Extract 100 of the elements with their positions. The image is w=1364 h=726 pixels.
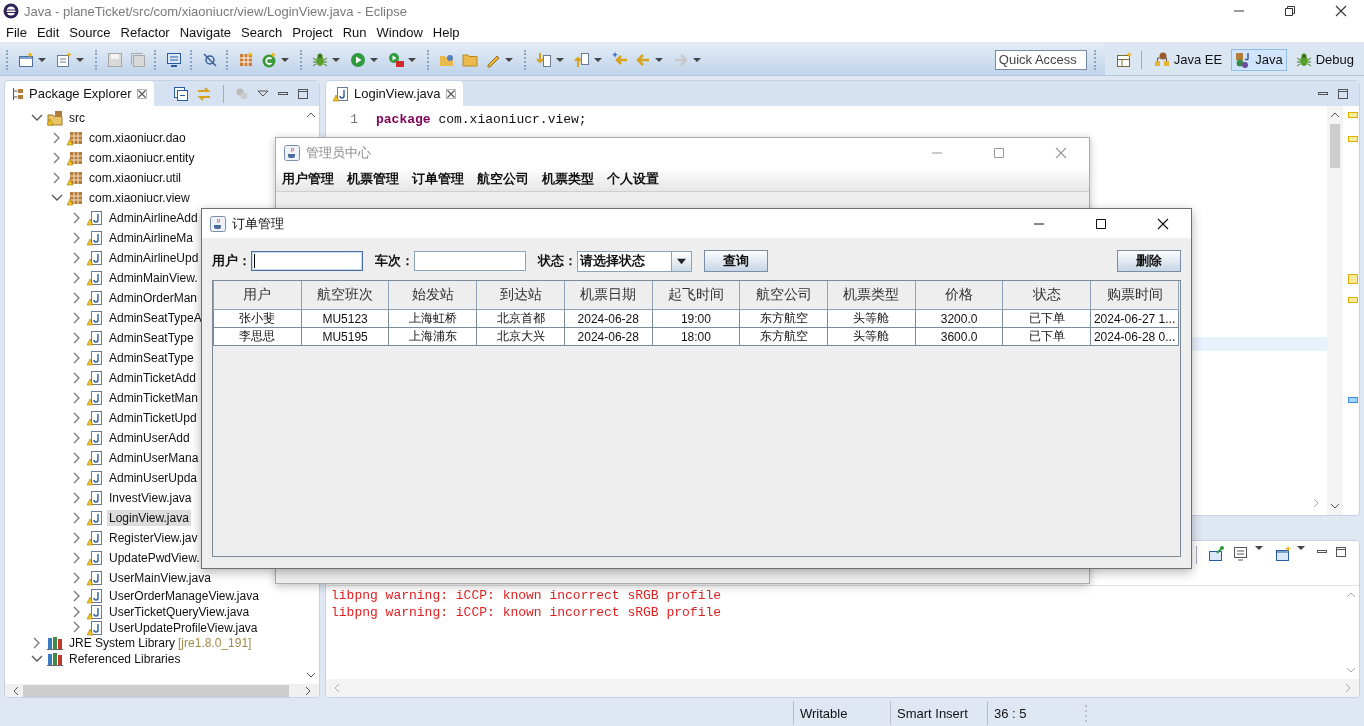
new-package-icon[interactable] [56,51,72,68]
menu-item[interactable]: Search [236,24,288,40]
restore-icon[interactable] [1284,5,1296,17]
caret-icon[interactable] [1297,546,1305,550]
new-console-icon[interactable] [1275,546,1291,562]
search-button[interactable]: 查询 [704,250,768,272]
close-icon[interactable] [136,88,147,99]
menu-item[interactable]: Navigate [174,24,236,40]
caret-icon[interactable] [1255,546,1263,550]
menu-item[interactable]: 航空公司 [477,170,529,188]
warning-marker[interactable] [1348,274,1358,284]
tree-item[interactable]: AdminAirlineMa [107,230,196,246]
maximize-icon[interactable] [1095,217,1107,230]
tree-item[interactable]: JRE System Library [67,635,178,652]
close-icon[interactable] [1335,5,1347,17]
scroll-up-icon[interactable] [1330,112,1340,118]
scrollbar-thumb[interactable] [23,684,289,697]
perspective-button[interactable]: Java EE [1149,48,1227,71]
perspective-button[interactable]: Java [1231,48,1287,71]
tree-item[interactable]: AdminUserAdd [107,430,192,446]
collapse-all-icon[interactable] [174,86,188,101]
tree-item[interactable]: InvestView.java [107,490,194,506]
run-icon[interactable] [350,51,366,68]
column-header[interactable]: 航空公司 [739,281,828,310]
menu-item[interactable]: Project [287,24,338,40]
view-menu-icon[interactable] [257,89,269,98]
tree-item[interactable]: AdminOrderMan [107,290,200,306]
info-marker[interactable] [1348,397,1358,403]
tab-label[interactable]: Package Explorer [29,86,132,101]
tree-item[interactable]: AdminTicketAdd [107,370,198,386]
tree-item[interactable]: com.xiaoniucr.util [87,170,184,186]
menu-item[interactable]: Edit [31,24,65,40]
caret-icon[interactable] [594,57,602,62]
view-tab[interactable]: Package Explorer [5,81,154,106]
new-window-icon[interactable] [18,51,34,68]
warning-marker[interactable] [1348,136,1358,142]
caret-icon[interactable] [505,57,513,62]
column-header[interactable]: 机票类型 [827,281,916,310]
delete-button[interactable]: 删除 [1117,250,1181,272]
tree-item[interactable]: com.xiaoniucr.entity [87,150,197,166]
perspective-button[interactable]: Debug [1291,48,1358,71]
tree-item[interactable]: UpdatePwdView. [107,550,202,566]
text-field[interactable] [414,251,526,271]
caret-icon[interactable] [332,57,340,62]
menu-item[interactable]: 订单管理 [412,170,464,188]
warning-marker[interactable] [1348,112,1358,118]
column-header[interactable]: 始发站 [388,281,477,310]
scrollbar-thumb[interactable] [1330,124,1340,168]
tree-item[interactable]: AdminMainView. [107,270,200,286]
run-tools-icon[interactable] [388,51,404,68]
menu-item[interactable]: 机票类型 [542,170,594,188]
tab-label[interactable]: LoginView.java [354,86,441,101]
caret-icon[interactable] [281,57,289,62]
close-icon[interactable] [1157,217,1169,230]
close-icon[interactable] [445,88,456,99]
down-arrow-document-icon[interactable] [536,51,552,68]
tree-item[interactable]: com.xiaoniucr.dao [87,130,188,146]
column-header[interactable]: 用户 [213,281,302,310]
skip-breakpoints-icon[interactable] [202,51,218,68]
tree-item[interactable]: AdminSeatTypeA [107,310,204,326]
warning-marker[interactable] [1348,297,1358,303]
menu-item[interactable]: Source [64,24,116,40]
folder-icon[interactable] [462,51,478,68]
caret-icon[interactable] [556,57,564,62]
tree-item[interactable]: RegisterView.jav [107,530,200,546]
grid-icon[interactable] [238,51,254,68]
menu-item[interactable]: File [1,24,32,40]
tree-item[interactable]: AdminSeatType [107,350,196,366]
tree-item[interactable]: AdminTicketUpd [107,410,199,426]
vertical-scrollbar[interactable] [1327,106,1343,515]
menu-item[interactable]: Help [427,24,465,40]
display-icon[interactable] [1233,546,1249,562]
tree-item[interactable]: UserMainView.java [107,570,213,586]
tree-item[interactable]: AdminUserMana [107,450,201,466]
tree-item[interactable]: AdminAirlineUpd [107,250,201,266]
pin-icon[interactable] [1208,546,1224,562]
tree-item[interactable]: UserOrderManageView.java [107,587,261,604]
column-header[interactable]: 购票时间 [1090,281,1179,310]
caret-icon[interactable] [655,57,663,62]
menu-item[interactable]: Run [337,24,372,40]
tree-item[interactable]: UserUpdateProfileView.java [107,619,260,636]
tree-item[interactable]: AdminAirlineAdd [107,210,200,226]
tree-item[interactable]: AdminSeatType [107,330,196,346]
tree-item[interactable]: com.xiaoniucr.view [87,190,192,206]
caret-icon[interactable] [38,57,46,62]
text-field[interactable] [251,251,363,271]
column-header[interactable]: 到达站 [476,281,565,310]
caret-icon[interactable] [76,57,84,62]
caret-icon[interactable] [408,57,416,62]
menu-item[interactable]: Window [371,24,428,40]
menu-item[interactable]: 机票管理 [347,170,399,188]
column-header[interactable]: 航空班次 [301,281,389,310]
menu-item[interactable]: 个人设置 [607,170,659,188]
tree-item[interactable]: AdminTicketMan [107,390,200,406]
tree-item[interactable]: UserTicketQueryView.java [107,603,252,620]
status-dropdown[interactable]: 请选择状态 [577,250,692,272]
menu-item[interactable]: Refactor [115,24,175,40]
scroll-up-icon[interactable] [306,112,316,118]
maximize-icon[interactable] [1335,546,1347,558]
editor-tab[interactable]: LoginView.java [326,81,463,106]
